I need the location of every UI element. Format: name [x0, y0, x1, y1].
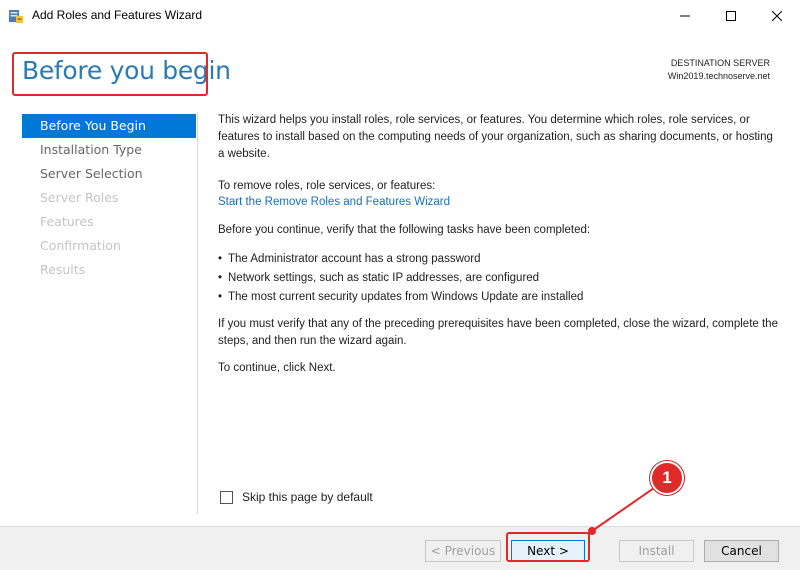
sidebar-divider: [197, 112, 198, 514]
install-button[interactable]: Install: [619, 540, 694, 562]
skip-page-label[interactable]: Skip this page by default: [242, 490, 373, 504]
destination-server-name: Win2019.technoserve.net: [667, 71, 770, 81]
continue-text: To continue, click Next.: [218, 362, 336, 374]
verify-text: Before you continue, verify that the fol…: [218, 224, 591, 236]
nav-server-roles: Server Roles: [40, 190, 119, 205]
wizard-window: Add Roles and Features Wizard Before you…: [0, 0, 800, 570]
previous-button[interactable]: < Previous: [425, 540, 501, 562]
nav-results: Results: [40, 262, 86, 277]
minimize-button[interactable]: [662, 0, 708, 32]
destination-server-label: DESTINATION SERVER: [670, 58, 770, 68]
title-highlight-box: [12, 52, 208, 96]
cancel-button[interactable]: Cancel: [704, 540, 779, 562]
list-item: The Administrator account has a strong p…: [218, 250, 583, 269]
minimize-icon: [680, 15, 690, 17]
nav-server-selection[interactable]: Server Selection: [22, 162, 196, 186]
step-number-badge: 1: [650, 461, 684, 495]
wizard-steps-nav: Before You Begin Installation Type Serve…: [22, 114, 196, 282]
skip-page-option[interactable]: Skip this page by default: [220, 490, 373, 504]
close-button[interactable]: [754, 0, 800, 32]
window-title: Add Roles and Features Wizard: [32, 8, 203, 22]
skip-page-checkbox[interactable]: [220, 490, 233, 504]
nav-features: Features: [40, 214, 94, 229]
maximize-icon: [726, 11, 736, 21]
nav-confirmation: Confirmation: [40, 238, 121, 253]
title-bar: Add Roles and Features Wizard: [0, 0, 800, 32]
remove-roles-text: To remove roles, role services, or featu…: [218, 180, 436, 192]
close-icon: [772, 11, 782, 21]
list-item: The most current security updates from W…: [218, 288, 583, 307]
server-manager-icon: [9, 10, 23, 23]
remove-roles-link[interactable]: Start the Remove Roles and Features Wiza…: [218, 194, 450, 211]
must-verify-text: If you must verify that any of the prece…: [218, 318, 778, 347]
prerequisite-list: The Administrator account has a strong p…: [218, 250, 583, 307]
next-highlight-box: [506, 532, 590, 562]
intro-text: This wizard helps you install roles, rol…: [218, 114, 773, 160]
nav-before-you-begin[interactable]: Before You Begin: [22, 114, 196, 138]
maximize-button[interactable]: [708, 0, 754, 32]
nav-installation-type[interactable]: Installation Type: [22, 138, 196, 162]
list-item: Network settings, such as static IP addr…: [218, 269, 583, 288]
